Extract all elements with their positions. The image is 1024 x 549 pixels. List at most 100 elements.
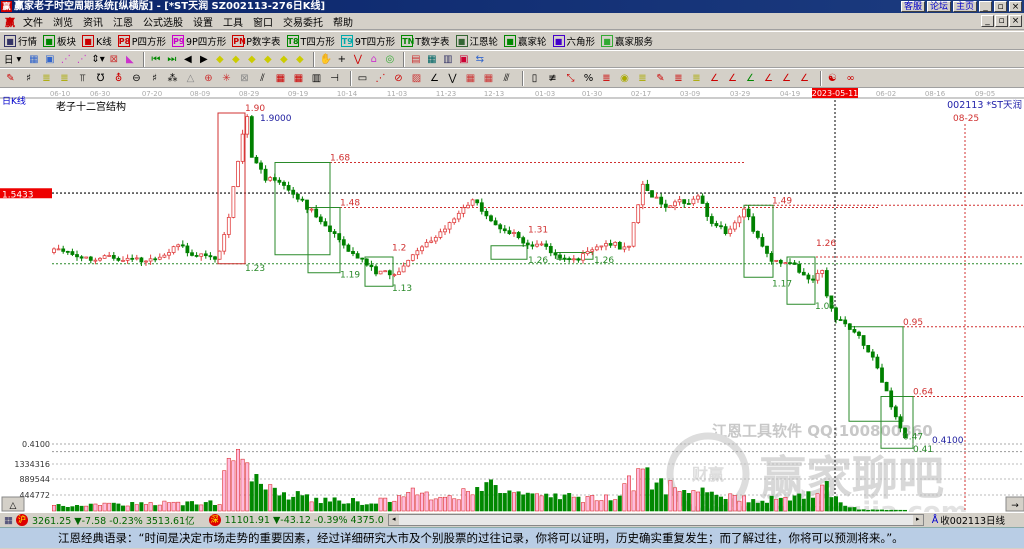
toolbar-button-4[interactable]: P9 9P四方形 xyxy=(172,34,226,48)
coin-tool-icon[interactable]: ◉ xyxy=(618,72,631,85)
zoom-in-icon[interactable]: ◆ xyxy=(213,53,226,66)
toolbar-button-3[interactable]: P8 P四方形 xyxy=(117,34,166,48)
toolbar-button-2[interactable]: ■ K线 xyxy=(82,34,112,48)
restore-button[interactable]: ▫ xyxy=(994,1,1007,12)
target-tool-icon[interactable]: ⊕ xyxy=(202,72,215,85)
gann-tool-icon[interactable]: ▨ xyxy=(410,72,423,85)
scroll-left-button[interactable]: ◂ xyxy=(388,515,399,525)
first-icon[interactable]: ⏮ xyxy=(149,53,162,66)
box-tool-icon[interactable]: ⊠ xyxy=(238,72,251,85)
horizontal-scrollbar[interactable]: ◂ ▸ xyxy=(387,514,924,526)
toolbar-button-9[interactable]: ■ 江恩轮 xyxy=(455,34,498,48)
toolbar-button-10[interactable]: ■ 赢家轮 xyxy=(504,34,547,48)
ellipse-tool-icon[interactable]: ⊘ xyxy=(392,72,405,85)
line2-tool-icon[interactable]: ≣ xyxy=(690,72,703,85)
chart-canvas[interactable]: 06-10 06-30 07-20 08-09 08-29 09-19 10-14 11-03… xyxy=(0,88,1024,527)
indicator-icon[interactable]: ⋰ xyxy=(59,53,72,66)
pct2-tool-icon[interactable]: ≣ xyxy=(600,72,613,85)
brush-tool-icon[interactable]: ✎ xyxy=(654,72,667,85)
period-dropdown[interactable]: 日 ▾ xyxy=(4,52,21,67)
customer-service-link[interactable]: 客服 xyxy=(900,1,925,12)
calculator-icon[interactable]: ▦ xyxy=(4,515,13,526)
pen-tool-icon[interactable]: ✎ xyxy=(4,72,17,85)
toolbar-button-0[interactable]: ■ 行情 xyxy=(4,34,37,48)
calendar-icon[interactable]: ▤ xyxy=(409,53,422,66)
menu-settings[interactable]: 设置 xyxy=(188,14,218,29)
triangle-tool-icon[interactable]: △ xyxy=(184,72,197,85)
pct-tool-icon[interactable]: % xyxy=(582,72,595,85)
hash-tool-icon[interactable]: ♯ xyxy=(148,72,161,85)
homepage-link[interactable]: 主页 xyxy=(952,1,977,12)
transfer-icon[interactable]: ⇆ xyxy=(473,53,486,66)
slash-tool-icon[interactable]: ⫻ xyxy=(500,72,513,85)
child-close-button[interactable]: × xyxy=(1009,15,1022,27)
arc-tool-icon[interactable]: ℧ xyxy=(94,72,107,85)
n2-tool-icon[interactable]: ⁂ xyxy=(166,72,179,85)
crosshair-icon[interactable]: + xyxy=(335,53,348,66)
ang6-tool-icon[interactable]: ∠ xyxy=(798,72,811,85)
menu-trade[interactable]: 交易委托 xyxy=(278,14,328,29)
left-icon[interactable]: ◀ xyxy=(181,53,194,66)
fan-tool-icon[interactable]: ⛢ xyxy=(112,72,125,85)
calculator-icon[interactable]: ▦ xyxy=(425,53,438,66)
candle-type-icon[interactable]: ⇕▾ xyxy=(91,53,104,66)
expand-icon[interactable]: ◆ xyxy=(245,53,258,66)
ang4-tool-icon[interactable]: ∠ xyxy=(762,72,775,85)
circle-tool-icon[interactable]: ⊖ xyxy=(130,72,143,85)
kline-chart[interactable]: 06-10 06-30 07-20 08-09 08-29 09-19 10-14 11-03… xyxy=(0,88,1024,527)
toolbar-button-11[interactable]: ■ 六角形 xyxy=(552,34,595,48)
last-icon[interactable]: ⏭ xyxy=(165,53,178,66)
right-icon[interactable]: ▶ xyxy=(197,53,210,66)
rights-icon[interactable]: ⊠ xyxy=(107,53,120,66)
flag-icon[interactable]: ◣ xyxy=(123,53,136,66)
lines-tool-icon[interactable]: ⫽ xyxy=(256,72,269,85)
arrow-right-icon[interactable]: → xyxy=(1011,501,1019,511)
hand-icon[interactable]: ✋ xyxy=(319,53,332,66)
up-icon[interactable]: ◆ xyxy=(277,53,290,66)
fork-tool-icon[interactable]: ⫪ xyxy=(76,72,89,85)
period-icon[interactable]: ◎ xyxy=(383,53,396,66)
rect-tool-icon[interactable]: ▭ xyxy=(356,72,369,85)
fib-tool-icon[interactable]: ≢ xyxy=(546,72,559,85)
toolbar-button-7[interactable]: T9 9T四方形 xyxy=(340,34,395,48)
gold1-tool-icon[interactable]: ≣ xyxy=(40,72,53,85)
menu-window[interactable]: 窗口 xyxy=(248,14,278,29)
grid2-tool-icon[interactable]: ▦ xyxy=(464,72,477,85)
minimize-button[interactable]: _ xyxy=(979,1,992,12)
section-icon[interactable]: ⌂ xyxy=(367,53,380,66)
collapse-arrow-icon[interactable]: △ xyxy=(10,501,17,511)
menu-formula[interactable]: 公式选股 xyxy=(138,14,188,29)
indicator2-icon[interactable]: ⋰ xyxy=(75,53,88,66)
ruler-tool-icon[interactable]: ▯ xyxy=(528,72,541,85)
ang1-tool-icon[interactable]: ∠ xyxy=(708,72,721,85)
shrink-icon[interactable]: ◆ xyxy=(261,53,274,66)
grid3-tool-icon[interactable]: ▦ xyxy=(482,72,495,85)
bracket-tool-icon[interactable]: ⊣ xyxy=(328,72,341,85)
grid-tool-icon[interactable]: ♯ xyxy=(22,72,35,85)
ang2-tool-icon[interactable]: ∠ xyxy=(726,72,739,85)
toolbar-button-6[interactable]: T8 T四方形 xyxy=(286,34,335,48)
wave-icon[interactable]: ⋁ xyxy=(351,53,364,66)
ang3-tool-icon[interactable]: ∠ xyxy=(744,72,757,85)
menu-news[interactable]: 资讯 xyxy=(78,14,108,29)
notes-icon[interactable]: ▥ xyxy=(441,53,454,66)
wave-tool-icon[interactable]: ∞ xyxy=(844,72,857,85)
zigzag-tool-icon[interactable]: ⋁ xyxy=(446,72,459,85)
toolbar-button-5[interactable]: PN P数字表 xyxy=(232,34,281,48)
scroll-right-button[interactable]: ▸ xyxy=(912,515,923,525)
bars-tool-icon[interactable]: ▥ xyxy=(310,72,323,85)
menu-help[interactable]: 帮助 xyxy=(328,14,358,29)
down-icon[interactable]: ◆ xyxy=(293,53,306,66)
self-select-icon[interactable]: ▣ xyxy=(43,53,56,66)
close-button[interactable]: × xyxy=(1009,1,1022,12)
zoom-out-icon[interactable]: ◆ xyxy=(229,53,242,66)
gold2-tool-icon[interactable]: ≣ xyxy=(58,72,71,85)
toolbar-button-12[interactable]: ■ 赢家服务 xyxy=(601,34,653,48)
menu-browse[interactable]: 浏览 xyxy=(48,14,78,29)
forum-link[interactable]: 论坛 xyxy=(926,1,951,12)
line1-tool-icon[interactable]: ≣ xyxy=(672,72,685,85)
child-restore-button[interactable]: ▫ xyxy=(995,15,1008,27)
gold3-tool-icon[interactable]: ≣ xyxy=(636,72,649,85)
redline-tool-icon[interactable]: ⤡ xyxy=(564,72,577,85)
yinyang-tool-icon[interactable]: ☯ xyxy=(826,72,839,85)
